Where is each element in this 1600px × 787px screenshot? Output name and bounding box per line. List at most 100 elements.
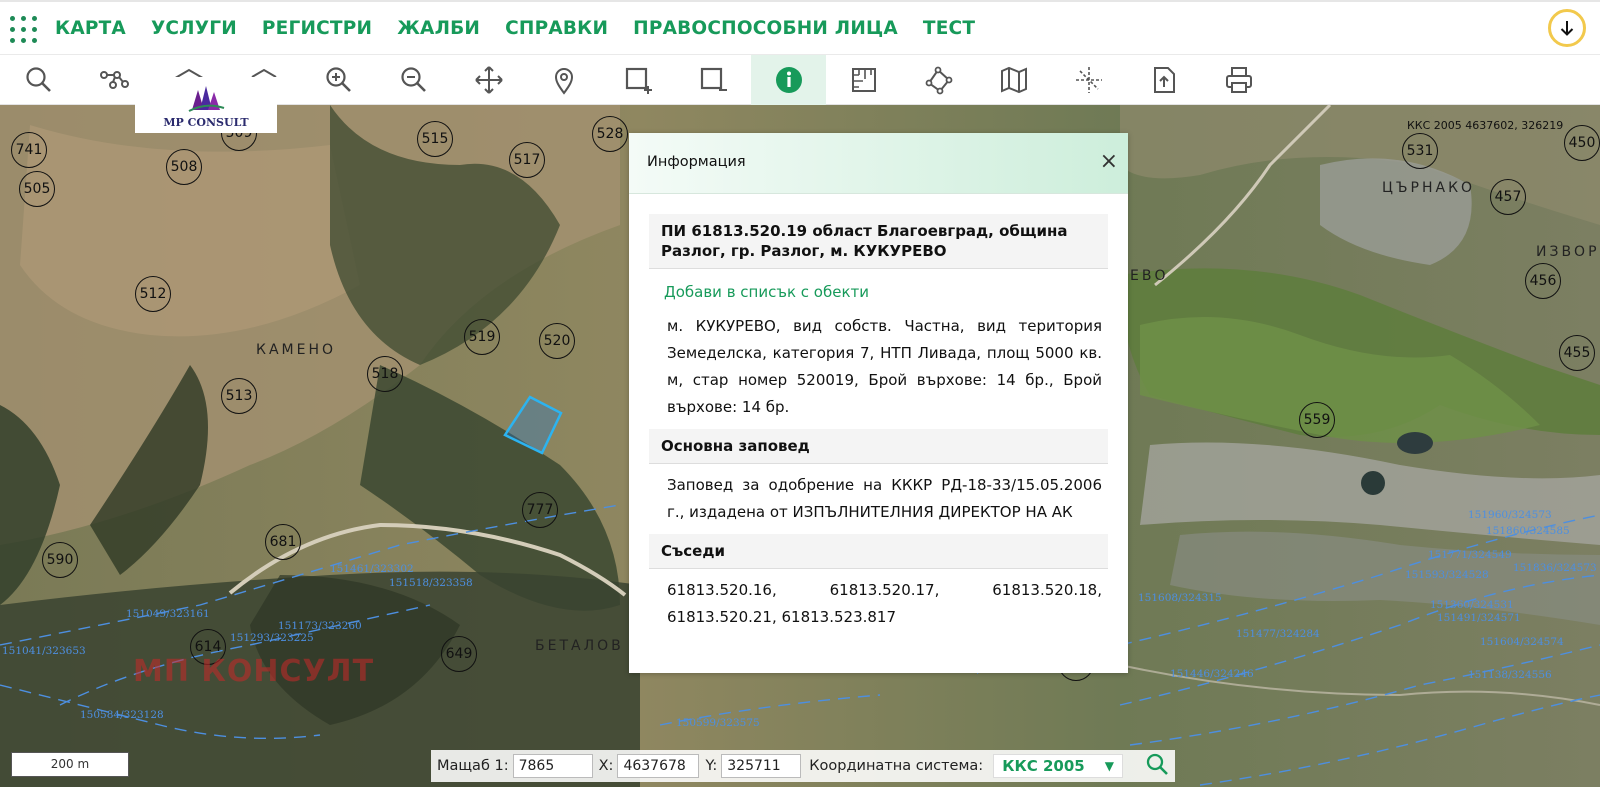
logo-text: MP CONSULT — [163, 116, 249, 129]
cadastral-label: 151477/324284 — [1236, 628, 1320, 640]
nav-item-complaints[interactable]: ЖАЛБИ — [397, 18, 480, 39]
place-label: ЦЪРНАКО — [1382, 180, 1476, 196]
location-pin-icon — [554, 68, 573, 95]
dialog-body: ПИ 61813.520.19 област Благоевград, общи… — [629, 194, 1128, 639]
cadastral-label: 151518/323358 — [389, 577, 473, 589]
parcel-label[interactable]: 681 — [265, 524, 301, 560]
caret-down-icon: ▼ — [1104, 759, 1114, 773]
cadastral-label: 151604/324574 — [1480, 636, 1564, 648]
dialog-title: Информация — [647, 154, 746, 170]
parcel-label[interactable]: 741 — [11, 132, 47, 168]
parcel-label[interactable]: 505 — [19, 171, 55, 207]
main-menu: КАРТА УСЛУГИ РЕГИСТРИ ЖАЛБИ СПРАВКИ ПРАВ… — [55, 18, 1000, 39]
cadastral-label: 151461/323302 — [330, 563, 414, 575]
search-tool-button[interactable] — [1, 55, 76, 105]
remove-area-tool-button[interactable] — [676, 55, 751, 105]
watermark: МП КОНСУЛТ — [133, 654, 375, 689]
remove-area-icon — [700, 67, 727, 91]
cadastral-label: 151836/324573 — [1513, 562, 1597, 574]
search-icon — [25, 67, 51, 92]
nav-item-registers[interactable]: РЕГИСТРИ — [262, 18, 372, 39]
crosshair-icon — [1075, 67, 1102, 93]
place-label: ЕВО — [1130, 268, 1169, 284]
cadastral-label: 151593/324528 — [1405, 569, 1489, 581]
apps-grid-icon[interactable] — [10, 16, 38, 44]
coordinate-readout: ККС 2005 4637602, 326219 — [1407, 119, 1564, 132]
parcel-label[interactable]: 455 — [1559, 335, 1595, 371]
parcel-label[interactable]: 528 — [592, 116, 628, 152]
polyline-tool-button[interactable] — [901, 55, 976, 105]
scale-bar: 200 m — [11, 752, 129, 777]
zoom-in-tool-button[interactable] — [301, 55, 376, 105]
parcel-label[interactable]: 519 — [464, 319, 500, 355]
crs-select[interactable]: ККС 2005 ▼ — [993, 754, 1124, 778]
measure-icon — [851, 68, 876, 92]
parcel-label[interactable]: 450 — [1564, 125, 1600, 161]
parcel-label[interactable]: 513 — [221, 378, 257, 414]
parcel-label[interactable]: 518 — [367, 356, 403, 392]
pan-tool-button[interactable] — [451, 55, 526, 105]
cadastral-label: 151293/323225 — [230, 632, 314, 644]
measure-tool-button[interactable] — [826, 55, 901, 105]
zoom-out-tool-button[interactable] — [376, 55, 451, 105]
cadastral-label: 151446/324246 — [1170, 668, 1254, 680]
parcel-label[interactable]: 777 — [522, 492, 558, 528]
parcel-label[interactable]: 512 — [135, 276, 171, 312]
parcel-heading: ПИ 61813.520.19 област Благоевград, общи… — [649, 214, 1108, 269]
parcel-label[interactable]: 515 — [417, 121, 453, 157]
location-tool-button[interactable] — [526, 55, 601, 105]
cadastral-label: 150584/323128 — [80, 709, 164, 721]
order-heading: Основна заповед — [649, 429, 1108, 464]
parcel-label[interactable]: 590 — [42, 542, 78, 578]
export-tool-button[interactable] — [1126, 55, 1201, 105]
parcel-label[interactable]: 457 — [1490, 179, 1526, 215]
parcel-label[interactable]: 508 — [166, 149, 202, 185]
network-icon — [99, 71, 129, 89]
parcel-label[interactable]: 520 — [539, 323, 575, 359]
nav-item-services[interactable]: УСЛУГИ — [151, 18, 237, 39]
cadastral-label: 150599/323575 — [676, 717, 760, 729]
y-coordinate-input[interactable] — [721, 754, 802, 778]
place-label: БЕТАЛОВ — [535, 638, 624, 654]
nav-item-map[interactable]: КАРТА — [55, 18, 126, 39]
parcel-label[interactable]: 559 — [1299, 402, 1335, 438]
coordinate-bar: Мащаб 1: X: Y: Координатна система: ККС … — [431, 750, 1175, 782]
nav-item-reports[interactable]: СПРАВКИ — [505, 18, 608, 39]
info-icon — [775, 67, 802, 93]
map-icon — [1000, 66, 1027, 94]
neighbors-heading: Съседи — [649, 534, 1108, 569]
dialog-header[interactable]: Информация × — [629, 133, 1128, 194]
close-button[interactable]: × — [1100, 149, 1118, 174]
company-logo: MP CONSULT — [135, 77, 277, 133]
scale-input[interactable] — [512, 754, 593, 778]
add-to-list-link[interactable]: Добави в списък с обекти — [649, 269, 1108, 305]
info-tool-button[interactable] — [751, 55, 826, 105]
parcel-label[interactable]: 531 — [1402, 133, 1438, 169]
search-icon — [1147, 753, 1169, 775]
download-button[interactable] — [1548, 9, 1586, 47]
order-text: Заповед за одобрение на КККР РД-18-33/15… — [667, 476, 1102, 521]
x-coordinate-input[interactable] — [617, 754, 700, 778]
map-tool-button[interactable] — [976, 55, 1051, 105]
nav-item-licensed-persons[interactable]: ПРАВОСПОСОБНИ ЛИЦА — [633, 18, 898, 39]
scale-label: Мащаб 1: — [437, 758, 509, 774]
add-area-tool-button[interactable] — [601, 55, 676, 105]
cadastral-label: 151491/324571 — [1437, 612, 1521, 624]
top-navigation: КАРТА УСЛУГИ РЕГИСТРИ ЖАЛБИ СПРАВКИ ПРАВ… — [0, 0, 1600, 55]
locate-button[interactable] — [1145, 752, 1169, 780]
y-label: Y: — [705, 758, 718, 774]
place-label: ИЗВОР — [1536, 244, 1600, 260]
arrow-down-icon — [1560, 21, 1574, 36]
print-tool-button[interactable] — [1201, 55, 1276, 105]
parcel-label[interactable]: 649 — [441, 636, 477, 672]
crs-label: Координатна система: — [809, 758, 984, 774]
parcel-label[interactable]: 517 — [509, 142, 545, 178]
print-icon — [1225, 67, 1252, 93]
pan-icon — [474, 66, 503, 94]
crs-value: ККС 2005 — [1002, 757, 1085, 775]
crosshair-tool-button[interactable] — [1051, 55, 1126, 105]
place-label: КАМЕНО — [256, 342, 336, 358]
cadastral-label: 151960/324573 — [1468, 509, 1552, 521]
nav-item-test[interactable]: ТЕСТ — [923, 18, 975, 39]
parcel-label[interactable]: 456 — [1525, 263, 1561, 299]
